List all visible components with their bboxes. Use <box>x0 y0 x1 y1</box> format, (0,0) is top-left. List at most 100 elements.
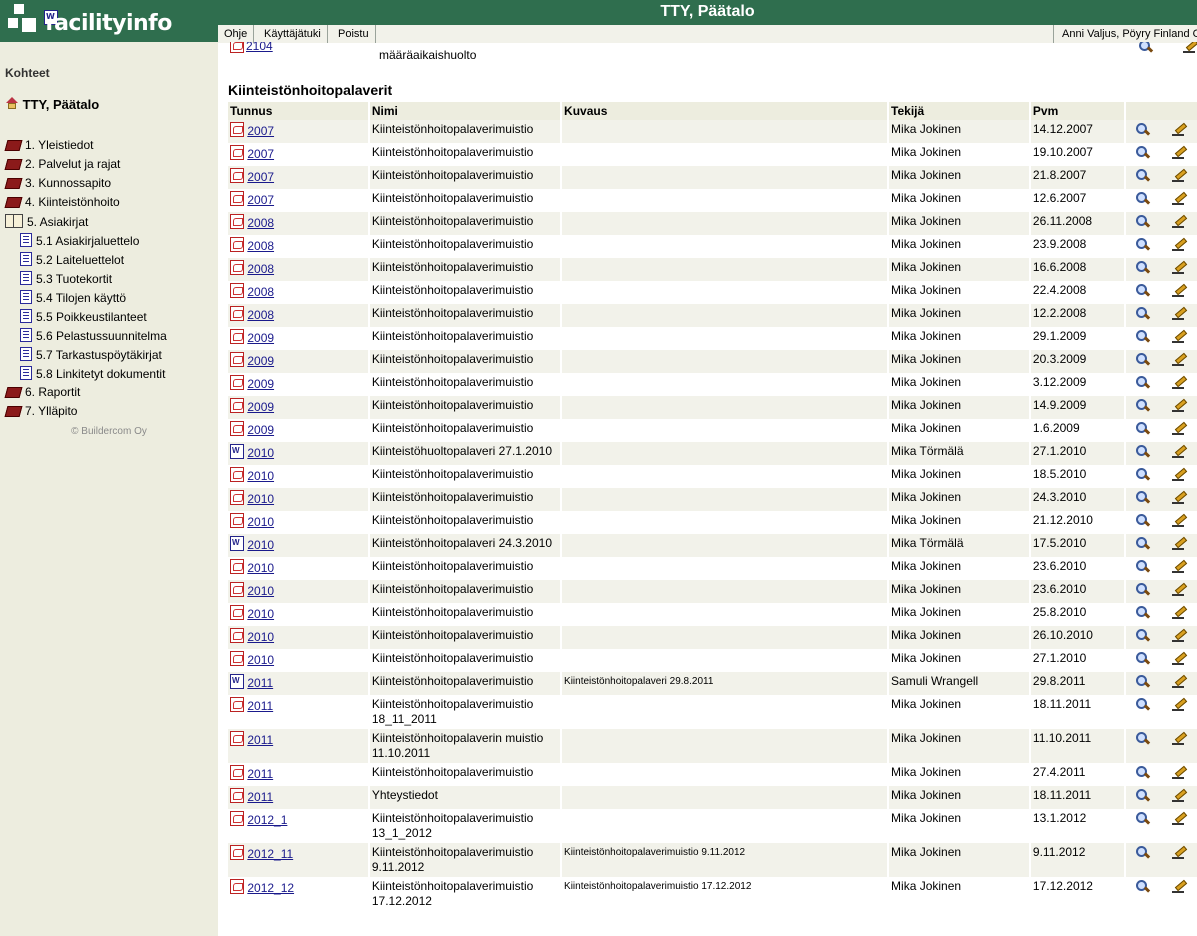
document-id-link[interactable]: 2009 <box>247 377 274 391</box>
view-icon[interactable] <box>1134 375 1150 390</box>
view-icon[interactable] <box>1134 845 1150 860</box>
pdf-icon[interactable] <box>230 352 244 367</box>
edit-icon[interactable] <box>1170 122 1186 137</box>
sidebar-item[interactable]: 6. Raportit <box>5 385 80 399</box>
sidebar-item[interactable]: 5.1 Asiakirjaluettelo <box>20 233 139 248</box>
view-icon[interactable] <box>1134 811 1150 826</box>
pdf-icon[interactable] <box>230 145 244 160</box>
edit-icon[interactable] <box>1170 145 1186 160</box>
column-header-date[interactable]: Pvm <box>1030 102 1125 120</box>
sidebar-item[interactable]: 5.3 Tuotekortit <box>20 271 112 286</box>
document-id-link[interactable]: 2008 <box>247 239 274 253</box>
pdf-icon[interactable] <box>230 398 244 413</box>
document-id-link[interactable]: 2009 <box>247 354 274 368</box>
document-id-link[interactable]: 2012_1 <box>247 813 287 827</box>
edit-icon[interactable] <box>1170 697 1186 712</box>
view-icon[interactable] <box>1134 329 1150 344</box>
pdf-icon[interactable] <box>230 467 244 482</box>
view-icon[interactable] <box>1134 513 1150 528</box>
pdf-icon[interactable] <box>230 765 244 780</box>
document-id-link[interactable]: 2010 <box>247 538 274 552</box>
pdf-icon[interactable] <box>230 260 244 275</box>
column-header-description[interactable]: Kuvaus <box>562 102 888 120</box>
edit-icon[interactable] <box>1170 788 1186 803</box>
facilityinfo-logo[interactable]: facilityinfo <box>8 4 218 40</box>
pdf-icon[interactable] <box>230 845 244 860</box>
pdf-icon[interactable] <box>230 237 244 252</box>
edit-icon[interactable] <box>1170 467 1186 482</box>
document-id-link[interactable]: 2007 <box>247 124 274 138</box>
column-header-name[interactable]: Nimi <box>369 102 561 120</box>
document-id-link[interactable]: 2010 <box>247 584 274 598</box>
document-id-link[interactable]: 2010 <box>247 469 274 483</box>
pdf-icon[interactable] <box>230 214 244 229</box>
edit-icon[interactable] <box>1170 375 1186 390</box>
column-header-author[interactable]: Tekijä <box>889 102 1029 120</box>
pdf-icon[interactable] <box>230 731 244 746</box>
edit-icon[interactable] <box>1170 536 1186 551</box>
edit-icon[interactable] <box>1170 191 1186 206</box>
view-icon[interactable] <box>1134 191 1150 206</box>
view-icon[interactable] <box>1134 168 1150 183</box>
document-id-link[interactable]: 2012_12 <box>247 881 294 895</box>
view-icon[interactable] <box>1134 260 1150 275</box>
edit-icon[interactable] <box>1170 306 1186 321</box>
view-icon[interactable] <box>1134 352 1150 367</box>
edit-icon[interactable] <box>1170 628 1186 643</box>
pdf-icon[interactable] <box>230 879 244 894</box>
edit-icon[interactable] <box>1170 513 1186 528</box>
pdf-icon[interactable] <box>230 421 244 436</box>
view-icon[interactable] <box>1134 444 1150 459</box>
pdf-icon[interactable] <box>230 788 244 803</box>
document-id-link[interactable]: 2011 <box>247 790 273 804</box>
pdf-icon[interactable] <box>230 605 244 620</box>
column-header-id[interactable]: Tunnus <box>228 102 368 120</box>
view-icon[interactable] <box>1134 788 1150 803</box>
edit-icon[interactable] <box>1170 214 1186 229</box>
document-id-link[interactable]: 2010 <box>247 446 274 460</box>
document-id-link[interactable]: 2007 <box>247 147 274 161</box>
view-icon[interactable] <box>1134 628 1150 643</box>
view-icon[interactable] <box>1134 582 1150 597</box>
menu-support[interactable]: Käyttäjätuki <box>258 25 328 43</box>
pdf-icon[interactable] <box>230 490 244 505</box>
document-id-link[interactable]: 2012_11 <box>247 847 293 861</box>
pdf-icon[interactable] <box>230 375 244 390</box>
view-icon[interactable] <box>1134 674 1150 689</box>
document-id-link[interactable]: 2007 <box>247 193 274 207</box>
view-icon[interactable] <box>1134 145 1150 160</box>
document-id-link[interactable]: 2011 <box>247 676 273 690</box>
sidebar-item[interactable]: 5.6 Pelastussuunnitelma <box>20 328 167 343</box>
sidebar-item[interactable]: 1. Yleistiedot <box>5 138 94 152</box>
pdf-icon[interactable] <box>230 329 244 344</box>
edit-icon[interactable] <box>1170 444 1186 459</box>
edit-icon[interactable] <box>1170 811 1186 826</box>
pdf-icon[interactable] <box>230 513 244 528</box>
edit-icon[interactable] <box>1170 765 1186 780</box>
document-id-link[interactable]: 2009 <box>247 400 274 414</box>
document-id-link[interactable]: 2010 <box>247 492 274 506</box>
sidebar-building[interactable]: TTY, Päätalo <box>5 97 99 112</box>
pdf-icon[interactable] <box>230 811 244 826</box>
sidebar-item[interactable]: 4. Kiinteistönhoito <box>5 195 120 209</box>
pdf-icon[interactable] <box>230 651 244 666</box>
view-icon[interactable] <box>1134 122 1150 137</box>
view-icon[interactable] <box>1134 879 1150 894</box>
edit-icon[interactable] <box>1170 398 1186 413</box>
edit-icon[interactable] <box>1170 845 1186 860</box>
pdf-icon[interactable] <box>230 168 244 183</box>
word-document-icon[interactable] <box>230 444 244 459</box>
word-document-icon[interactable] <box>230 674 244 689</box>
document-id-link[interactable]: 2008 <box>247 308 274 322</box>
menu-logout[interactable]: Poistu <box>332 25 376 43</box>
edit-icon[interactable] <box>1170 237 1186 252</box>
document-id-link[interactable]: 2104 <box>246 42 273 53</box>
document-id-link[interactable]: 2009 <box>247 331 274 345</box>
view-icon[interactable] <box>1134 421 1150 436</box>
document-id-link[interactable]: 2007 <box>247 170 274 184</box>
sidebar-item[interactable]: 5. Asiakirjat <box>5 214 88 229</box>
edit-icon[interactable] <box>1170 421 1186 436</box>
view-icon[interactable] <box>1134 765 1150 780</box>
edit-icon[interactable] <box>1170 731 1186 746</box>
document-id-link[interactable]: 2010 <box>247 607 274 621</box>
